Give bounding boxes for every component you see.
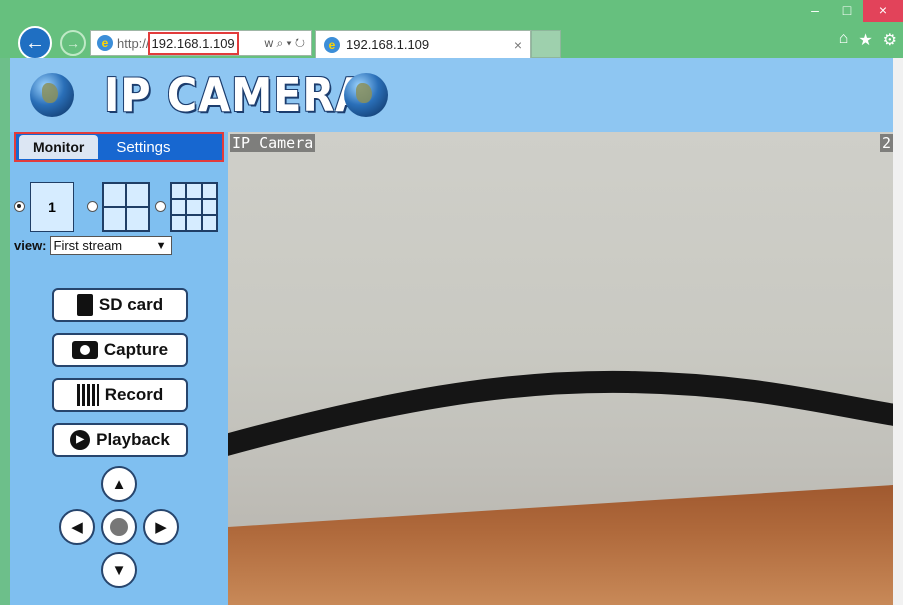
stream-select-value: First stream — [53, 238, 123, 253]
browser-window: – □ × ← → e http:// 192.168.1.109 w ⌕ ▾ … — [0, 0, 903, 605]
sd-card-label: SD card — [98, 295, 164, 314]
tab-title: 192.168.1.109 — [346, 37, 430, 52]
chevron-down-icon: ▼ — [155, 239, 167, 252]
arrow-up-icon: ▲ — [111, 475, 127, 493]
playback-label: Playback — [96, 430, 170, 449]
video-view[interactable]: IP Camera 2 — [228, 132, 893, 605]
sd-card-button[interactable]: SD card — [52, 288, 188, 322]
address-host: 192.168.1.109 — [147, 31, 239, 55]
page-scrollbar[interactable] — [893, 58, 903, 605]
banner: IP CAMERA — [10, 58, 893, 132]
arrow-right-icon: ▶ — [155, 519, 167, 536]
tab-monitor[interactable]: Monitor — [19, 135, 99, 159]
record-label: Record — [104, 385, 164, 404]
split-4-icon[interactable] — [102, 182, 150, 232]
view-row: view: First stream ▼ — [14, 236, 172, 255]
control-sidebar: Monitor Settings 1 view: First stream ▼ … — [10, 132, 228, 605]
address-protocol: http:// — [117, 35, 150, 51]
video-osd-title: IP Camera — [230, 134, 316, 152]
ptz-down-button[interactable]: ▼ — [101, 552, 137, 588]
globe-icon — [344, 73, 388, 117]
ptz-center-button[interactable] — [101, 509, 137, 545]
ie-icon: e — [97, 35, 113, 51]
split-single-icon[interactable]: 1 — [30, 182, 74, 232]
home-icon[interactable]: ⌂ — [839, 30, 849, 50]
arrow-left-icon: ◀ — [71, 519, 83, 536]
split-single-label: 1 — [48, 199, 56, 215]
video-osd-right: 2 — [879, 134, 893, 152]
ptz-right-button[interactable]: ▶ — [143, 509, 179, 545]
mode-tabs: Monitor Settings — [14, 132, 224, 162]
forward-arrow-icon: → — [66, 35, 80, 51]
video-scene-cable — [228, 370, 893, 456]
record-button[interactable]: Record — [52, 378, 188, 412]
browser-tab[interactable]: e 192.168.1.109 × — [315, 30, 531, 58]
capture-button[interactable]: Capture — [52, 333, 188, 367]
browser-toolbar-right: ⌂ ★ ⚙ — [839, 30, 897, 50]
back-button[interactable]: ← — [18, 26, 52, 60]
forward-button[interactable]: → — [60, 30, 86, 56]
settings-icon[interactable]: ⚙ — [883, 30, 897, 50]
new-tab-button[interactable] — [531, 30, 561, 58]
address-bar[interactable]: e http:// 192.168.1.109 w ⌕ ▾ ↻ — [90, 30, 312, 56]
split-9-icon[interactable] — [170, 182, 218, 232]
tab-close-icon[interactable]: × — [514, 37, 522, 53]
ptz-up-button[interactable]: ▲ — [101, 466, 137, 502]
arrow-down-icon: ▼ — [111, 561, 127, 579]
split-1-radio[interactable] — [14, 201, 25, 212]
stream-select[interactable]: First stream ▼ — [49, 236, 172, 255]
play-icon: ▶ — [70, 430, 91, 450]
capture-label: Capture — [103, 340, 169, 359]
page-content: IP CAMERA Monitor Settings 1 view: First… — [10, 58, 893, 605]
title-bar: – □ × ← → e http:// 192.168.1.109 w ⌕ ▾ … — [0, 0, 903, 60]
sd-card-icon — [76, 294, 93, 316]
film-icon — [76, 384, 99, 406]
app-logo: IP CAMERA — [104, 68, 369, 122]
ptz-left-button[interactable]: ◀ — [59, 509, 95, 545]
maximize-button[interactable]: □ — [831, 0, 863, 22]
playback-button[interactable]: ▶ Playback — [52, 423, 188, 457]
view-label: view: — [14, 238, 47, 253]
video-scene-surface — [228, 485, 893, 605]
center-dot-icon — [110, 518, 128, 536]
ie-icon: e — [324, 36, 340, 53]
split-4-radio[interactable] — [87, 201, 98, 212]
window-controls: – □ × — [799, 0, 903, 22]
camera-icon — [71, 341, 98, 359]
back-arrow-icon: ← — [25, 31, 45, 54]
address-tools[interactable]: w ⌕ ▾ ↻ — [264, 36, 305, 51]
close-button[interactable]: × — [863, 0, 903, 22]
split-9-radio[interactable] — [155, 201, 166, 212]
minimize-button[interactable]: – — [799, 0, 831, 22]
tab-settings[interactable]: Settings — [98, 135, 188, 160]
favorites-icon[interactable]: ★ — [858, 30, 872, 50]
globe-icon — [30, 73, 74, 117]
